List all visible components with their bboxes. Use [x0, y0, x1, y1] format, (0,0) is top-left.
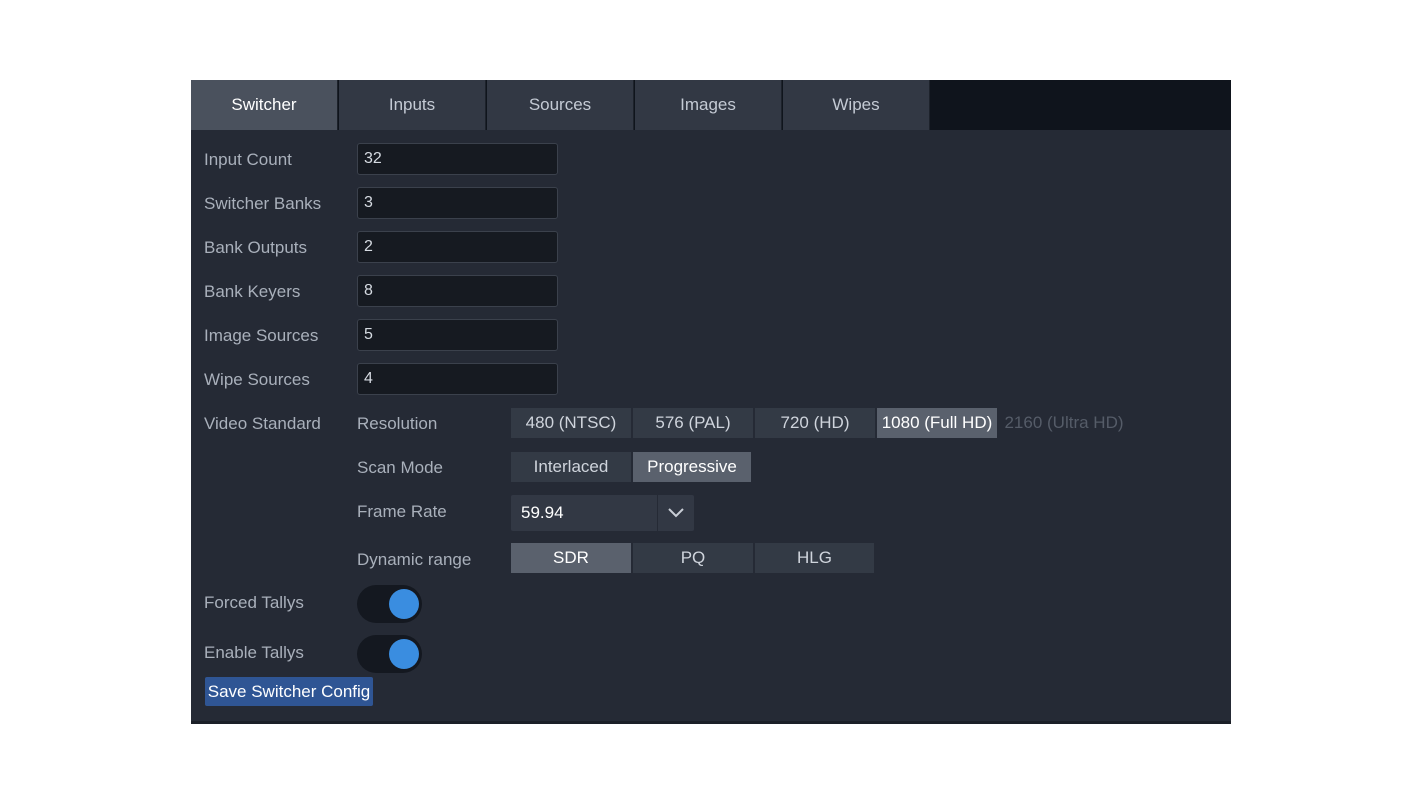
dynamic-range-label: Dynamic range: [357, 550, 472, 569]
resolution-option-2160: 2160 (Ultra HD): [999, 408, 1130, 438]
tab-switcher[interactable]: Switcher: [191, 80, 338, 130]
bank-outputs-field[interactable]: [357, 231, 558, 263]
enable-tallys-label: Enable Tallys: [204, 643, 304, 662]
resolution-option-480[interactable]: 480 (NTSC): [511, 408, 632, 438]
tab-wipes[interactable]: Wipes: [783, 80, 930, 130]
scan-mode-progressive[interactable]: Progressive: [633, 452, 752, 482]
bank-keyers-field[interactable]: [357, 275, 558, 307]
tab-images[interactable]: Images: [635, 80, 782, 130]
chevron-down-icon[interactable]: [666, 505, 686, 521]
bank-keyers-label: Bank Keyers: [204, 282, 301, 301]
image-sources-field[interactable]: [357, 319, 558, 351]
dynamic-range-pq[interactable]: PQ: [633, 543, 754, 573]
frame-rate-label: Frame Rate: [357, 502, 447, 521]
frame-rate-select[interactable]: 59.94: [511, 495, 694, 531]
tab-bar: Switcher Inputs Sources Images Wipes: [191, 80, 1231, 130]
dynamic-range-sdr[interactable]: SDR: [511, 543, 632, 573]
resolution-label: Resolution: [357, 414, 438, 433]
input-count-field[interactable]: [357, 143, 558, 175]
switcher-banks-field[interactable]: [357, 187, 558, 219]
save-switcher-config-button[interactable]: Save Switcher Config: [205, 677, 373, 706]
toggle-knob: [389, 589, 419, 619]
forced-tallys-label: Forced Tallys: [204, 593, 304, 612]
video-standard-label: Video Standard: [204, 414, 321, 433]
dynamic-range-hlg[interactable]: HLG: [755, 543, 875, 573]
wipe-sources-label: Wipe Sources: [204, 370, 310, 389]
wipe-sources-field[interactable]: [357, 363, 558, 395]
switcher-config-panel: Switcher Inputs Sources Images Wipes Inp…: [191, 80, 1231, 724]
toggle-knob: [389, 639, 419, 669]
frame-rate-value: 59.94: [521, 503, 564, 522]
tab-inputs[interactable]: Inputs: [339, 80, 486, 130]
forced-tallys-toggle[interactable]: [357, 585, 422, 623]
input-count-label: Input Count: [204, 150, 292, 169]
resolution-option-720[interactable]: 720 (HD): [755, 408, 876, 438]
scan-mode-interlaced[interactable]: Interlaced: [511, 452, 632, 482]
resolution-option-1080[interactable]: 1080 (Full HD): [877, 408, 998, 438]
image-sources-label: Image Sources: [204, 326, 319, 345]
bank-outputs-label: Bank Outputs: [204, 238, 308, 257]
tab-sources[interactable]: Sources: [487, 80, 634, 130]
enable-tallys-toggle[interactable]: [357, 635, 422, 673]
resolution-option-576[interactable]: 576 (PAL): [633, 408, 754, 438]
scan-mode-label: Scan Mode: [357, 458, 443, 477]
select-divider: [657, 495, 658, 531]
switcher-banks-label: Switcher Banks: [204, 194, 322, 213]
